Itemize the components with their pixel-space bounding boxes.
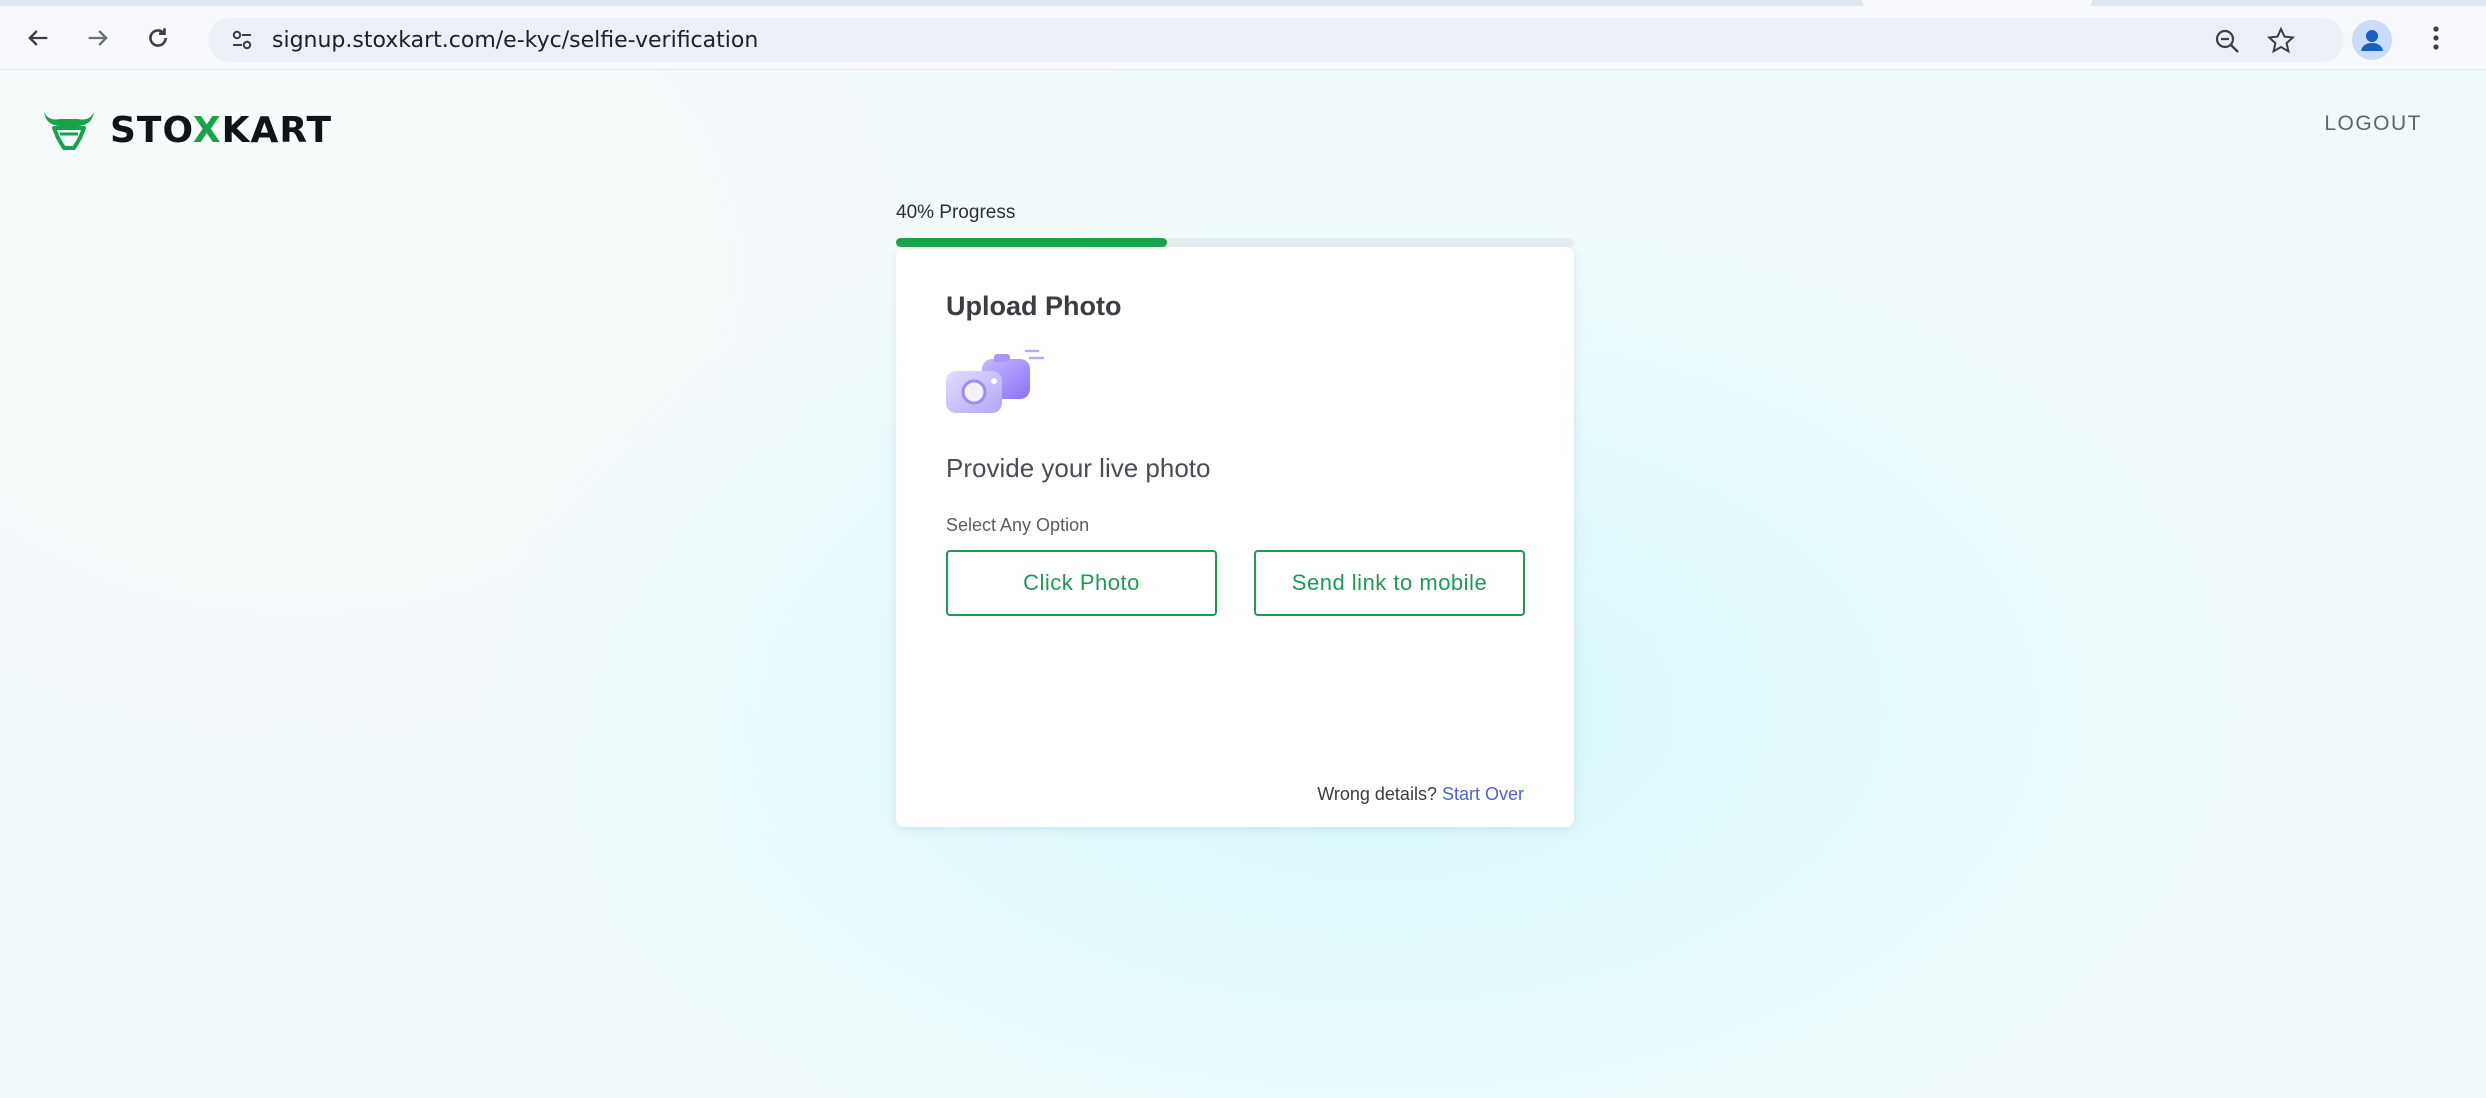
send-link-to-mobile-button[interactable]: Send link to mobile xyxy=(1254,550,1525,616)
brand-prefix: STO xyxy=(110,109,193,151)
kebab-icon[interactable] xyxy=(2418,20,2454,56)
start-over-line: Wrong details? Start Over xyxy=(1317,784,1524,805)
forward-icon[interactable] xyxy=(80,20,116,56)
brand-name: STOXKART xyxy=(110,110,332,151)
tune-icon[interactable] xyxy=(228,26,256,54)
zoom-out-icon[interactable] xyxy=(2212,26,2242,56)
click-photo-button[interactable]: Click Photo xyxy=(946,550,1217,616)
reload-icon[interactable] xyxy=(140,20,176,56)
progress-bar xyxy=(896,238,1574,247)
page-content: STOXKART LOGOUT 40% Progress Upload Phot… xyxy=(0,70,2486,1098)
live-photo-heading: Provide your live photo xyxy=(946,453,1211,483)
person-icon[interactable] xyxy=(2352,20,2392,60)
address-bar[interactable]: signup.stoxkart.com/e-kyc/selfie-verific… xyxy=(208,18,2344,62)
brand-suffix: KART xyxy=(221,109,332,151)
start-over-link[interactable]: Start Over xyxy=(1442,784,1524,804)
star-icon[interactable] xyxy=(2266,26,2296,56)
bull-logo-icon xyxy=(44,112,94,150)
logout-link[interactable]: LOGOUT xyxy=(2324,112,2422,136)
stoxkart-logo[interactable]: STOXKART xyxy=(40,104,332,156)
select-option-label: Select Any Option xyxy=(946,515,1090,535)
progress-bar-fill xyxy=(896,238,1168,247)
back-icon[interactable] xyxy=(20,20,56,56)
card-title: Upload Photo xyxy=(946,291,1122,321)
progress-label: 40% Progress xyxy=(896,202,1016,223)
wrong-details-text: Wrong details? xyxy=(1317,784,1437,804)
url-text[interactable]: signup.stoxkart.com/e-kyc/selfie-verific… xyxy=(272,28,758,53)
brand-x: X xyxy=(192,109,222,151)
camera-icon xyxy=(946,349,1044,413)
browser-toolbar: signup.stoxkart.com/e-kyc/selfie-verific… xyxy=(0,6,2486,70)
upload-photo-card: Upload Photo Provide your live photo Sel… xyxy=(896,247,1574,827)
